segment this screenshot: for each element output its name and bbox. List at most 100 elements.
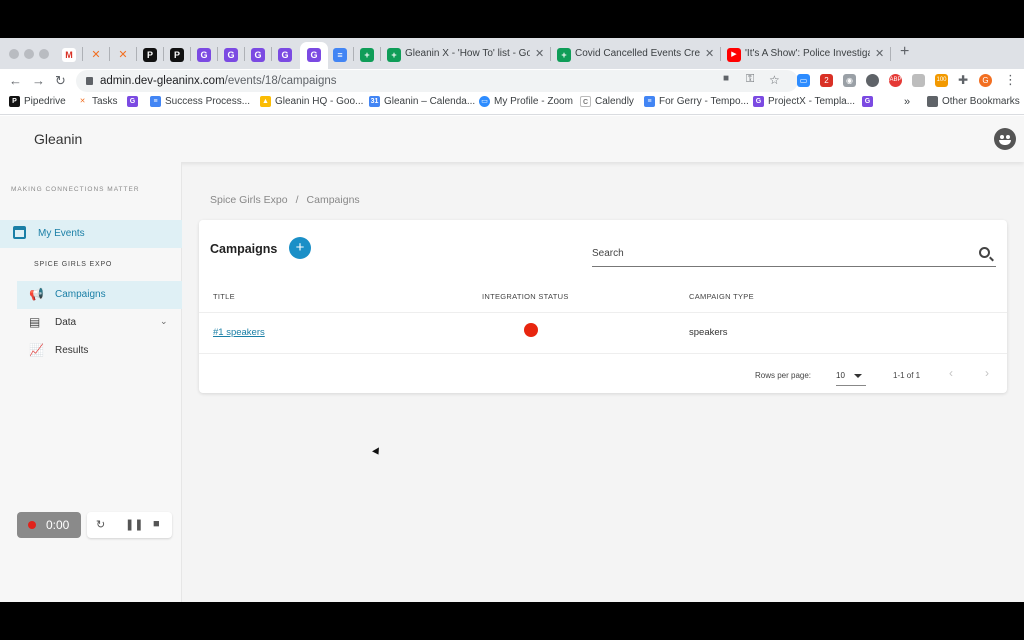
bookmark-pipedrive[interactable]: P Pipedrive [9, 96, 66, 107]
bookmark-app[interactable]: G [862, 96, 873, 107]
app-icon: G [862, 96, 873, 107]
chevron-down-icon[interactable]: ⌄ [160, 316, 168, 327]
extension-icon[interactable]: 2 [820, 74, 833, 87]
bookmarks-overflow-button[interactable]: » [904, 96, 910, 108]
tab-title[interactable]: Gleanin X - 'How To' list - Goo [405, 48, 530, 59]
app-icon[interactable]: G [224, 48, 238, 62]
column-header-campaign-type[interactable]: CAMPAIGN TYPE [689, 292, 754, 301]
tab-close-icon[interactable]: ✕ [535, 47, 544, 60]
star-icon[interactable]: ☆ [769, 73, 780, 87]
bookmark-success-process[interactable]: ≡ Success Process... [150, 96, 250, 107]
window-close-dot[interactable] [9, 49, 19, 59]
hubspot-icon[interactable]: ✕ [116, 48, 130, 62]
address-bar[interactable]: admin.dev-gleaninx.com/events/18/campaig… [76, 70, 798, 92]
pipedrive-icon[interactable]: P [143, 48, 157, 62]
google-sheets-icon: + [557, 48, 571, 62]
tab-title[interactable]: 'It's A Show': Police Investigati [745, 48, 870, 59]
pause-icon[interactable]: ❚❚ [125, 518, 143, 531]
bookmark-gleanin-hq[interactable]: ▲ Gleanin HQ - Goo... [260, 96, 363, 107]
tab-title[interactable]: Covid Cancelled Events Credit [575, 48, 700, 59]
bookmark-gleanin-calendar[interactable]: 31 Gleanin – Calenda... [369, 96, 475, 107]
key-icon[interactable]: ⚿ [746, 73, 754, 86]
tagline: MAKING CONNECTIONS MATTER [11, 186, 140, 193]
campaign-title-link[interactable]: #1 speakers [213, 327, 265, 338]
bookmark-projectx[interactable]: G ProjectX - Templa... [753, 96, 855, 107]
other-bookmarks[interactable]: Other Bookmarks [927, 96, 1020, 107]
stop-icon[interactable]: ■ [153, 518, 160, 530]
app-icon[interactable]: G [278, 48, 292, 62]
sidebar-item-campaigns[interactable]: 📢 Campaigns [17, 281, 182, 309]
search-icon[interactable] [979, 247, 990, 258]
puzzle-icon[interactable]: ✚ [958, 73, 968, 87]
tab-close-icon[interactable]: ✕ [705, 47, 714, 60]
bookmark-for-gerry[interactable]: ≡ For Gerry - Tempo... [644, 96, 749, 107]
new-tab-button[interactable]: + [900, 43, 909, 61]
google-sheets-icon[interactable]: + [360, 48, 374, 62]
column-header-title[interactable]: TITLE [213, 292, 235, 301]
profile-avatar[interactable]: G [979, 74, 992, 87]
google-docs-icon: ≡ [644, 96, 655, 107]
recorder-controls: ↻ ❚❚ ■ [87, 512, 172, 538]
brand-name[interactable]: Gleanin [34, 131, 82, 147]
sidebar-item-label: My Events [38, 228, 85, 239]
rows-per-page-label: Rows per page: [755, 371, 812, 380]
back-icon[interactable]: ← [9, 73, 22, 88]
extension-icon[interactable]: 100 [935, 74, 948, 87]
mouse-cursor-icon [372, 447, 382, 457]
bookmarks-bar: P Pipedrive ✕ Tasks G ≡ Success Process... … [0, 93, 1024, 115]
sidebar-item-label: Results [55, 345, 89, 356]
extension-icon[interactable] [866, 74, 879, 87]
sidebar-item-results[interactable]: 📈 Results [17, 337, 182, 365]
recorder-timer-button[interactable]: 0:00 [17, 512, 81, 538]
camera-icon[interactable]: ■ [723, 73, 729, 84]
breadcrumb-current: Campaigns [306, 194, 360, 206]
adblock-icon[interactable]: ABP [889, 74, 902, 87]
next-page-button[interactable]: › [985, 366, 989, 380]
sidebar-item-data[interactable]: ▤ Data ⌄ [17, 309, 182, 337]
pipedrive-icon[interactable]: P [170, 48, 184, 62]
previous-page-button[interactable]: ‹ [949, 366, 953, 380]
column-header-integration-status[interactable]: INTEGRATION STATUS [482, 292, 569, 301]
screenshot-extension-icon[interactable]: ◉ [843, 74, 856, 87]
app-icon[interactable]: G [251, 48, 265, 62]
hubspot-icon: ✕ [77, 96, 88, 107]
event-name-heading: SPICE GIRLS EXPO [34, 261, 113, 268]
zoom-extension-icon[interactable]: ▭ [797, 74, 810, 87]
bookmark-app[interactable]: G [127, 96, 138, 107]
lock-icon [86, 77, 93, 85]
user-avatar-icon[interactable] [994, 128, 1016, 150]
app-icon[interactable]: G [197, 48, 211, 62]
add-campaign-button[interactable]: + [289, 237, 311, 259]
dropdown-arrow-icon [854, 374, 862, 378]
hubspot-icon[interactable]: ✕ [89, 48, 103, 62]
record-icon [28, 521, 36, 529]
browser-window: M ✕ ✕ P P G G G G G ≡ + + Gleanin X - 'H… [0, 38, 1024, 602]
bookmark-calendly[interactable]: C Calendly [580, 96, 634, 107]
google-docs-icon[interactable]: ≡ [333, 48, 347, 62]
recorder-time: 0:00 [46, 518, 70, 532]
extension-icon[interactable] [912, 74, 925, 87]
gmail-icon[interactable]: M [62, 48, 76, 62]
rows-per-page-select[interactable]: 10 [836, 369, 866, 386]
window-zoom-dot[interactable] [39, 49, 49, 59]
restart-icon[interactable]: ↻ [96, 518, 105, 531]
window-minimize-dot[interactable] [24, 49, 34, 59]
app-header: Gleanin [0, 116, 1024, 162]
pagination-range: 1-1 of 1 [893, 371, 921, 380]
reload-icon[interactable]: ↻ [55, 73, 66, 89]
bookmark-tasks[interactable]: ✕ Tasks [77, 96, 118, 107]
url-text[interactable]: admin.dev-gleaninx.com/events/18/campaig… [100, 75, 337, 87]
app-icon[interactable]: G [307, 48, 321, 62]
sidebar-item-label: Data [55, 317, 77, 328]
breadcrumb-parent[interactable]: Spice Girls Expo [210, 194, 288, 206]
google-drive-icon: ▲ [260, 96, 271, 107]
calendly-icon: C [580, 96, 591, 107]
forward-icon[interactable]: → [32, 73, 45, 88]
sidebar-item-my-events[interactable]: My Events [0, 220, 182, 248]
menu-kebab-icon[interactable]: ⋮ [1004, 72, 1017, 88]
tab-close-icon[interactable]: ✕ [875, 47, 884, 60]
search-input[interactable] [592, 243, 962, 259]
google-docs-icon: ≡ [150, 96, 161, 107]
bookmark-zoom[interactable]: ▭ My Profile - Zoom [479, 96, 573, 107]
sidebar: MAKING CONNECTIONS MATTER My Events SPIC… [0, 162, 182, 602]
